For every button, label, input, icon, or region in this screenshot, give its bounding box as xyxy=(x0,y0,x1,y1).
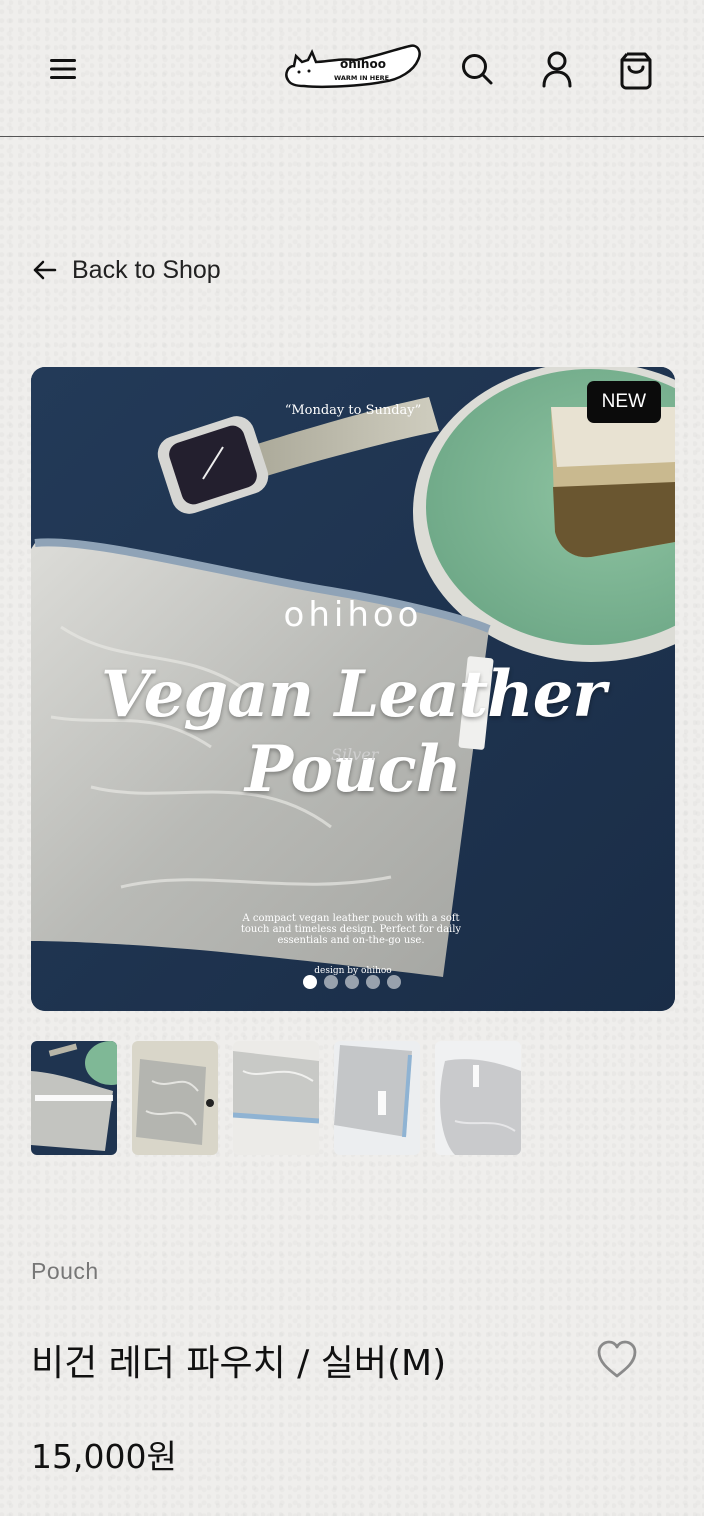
thumbnail-image xyxy=(334,1041,420,1155)
carousel-dot[interactable] xyxy=(324,975,338,989)
thumbnail-image xyxy=(435,1041,521,1155)
thumbnail-image xyxy=(233,1041,319,1155)
shopping-bag-icon xyxy=(620,52,652,90)
logo-brand-text: ohihoo xyxy=(340,57,386,71)
image-overlay-brand: ohihoo xyxy=(283,595,423,635)
carousel-pagination xyxy=(303,975,401,989)
carousel-dot[interactable] xyxy=(345,975,359,989)
thumbnail-image xyxy=(31,1041,117,1155)
hamburger-menu-icon xyxy=(50,59,76,79)
cat-logo-icon: ohihoo WARM IN HERE xyxy=(285,44,421,89)
thumbnail-3[interactable] xyxy=(233,1041,319,1155)
carousel-dot[interactable] xyxy=(387,975,401,989)
image-overlay-description: A compact vegan leather pouch with a sof… xyxy=(240,913,462,946)
back-to-shop-link[interactable]: Back to Shop xyxy=(32,250,221,290)
carousel-dot[interactable] xyxy=(303,975,317,989)
arrow-left-icon xyxy=(33,260,57,280)
new-badge: NEW xyxy=(586,381,661,423)
product-price: 15,000원 xyxy=(31,1437,177,1476)
menu-button[interactable] xyxy=(44,50,82,88)
thumbnail-1[interactable] xyxy=(31,1041,117,1155)
site-header: ohihoo WARM IN HERE xyxy=(0,0,704,137)
product-image-carousel[interactable]: “Monday to Sunday” ohihoo Vegan Leather … xyxy=(31,367,675,1011)
thumbnail-strip xyxy=(31,1041,521,1155)
search-icon xyxy=(462,54,493,85)
thumbnail-4[interactable] xyxy=(334,1041,420,1155)
user-icon xyxy=(542,51,572,88)
search-button[interactable] xyxy=(456,48,498,90)
thumbnail-5[interactable] xyxy=(435,1041,521,1155)
product-category[interactable]: Pouch xyxy=(31,1258,99,1285)
product-title: 비건 레더 파우치 / 실버(M) xyxy=(31,1343,447,1384)
thumbnail-image xyxy=(132,1041,218,1155)
cart-button[interactable] xyxy=(614,48,658,92)
image-overlay-quote: “Monday to Sunday” xyxy=(284,403,422,418)
logo-tagline-text: WARM IN HERE xyxy=(334,74,389,82)
account-button[interactable] xyxy=(536,48,578,90)
brand-logo[interactable]: ohihoo WARM IN HERE xyxy=(282,40,424,96)
back-to-shop-label: Back to Shop xyxy=(72,255,221,284)
wishlist-button[interactable] xyxy=(594,1338,640,1382)
image-overlay-title: Vegan Leather Pouch xyxy=(100,657,606,807)
thumbnail-2[interactable] xyxy=(132,1041,218,1155)
heart-icon xyxy=(597,1340,637,1378)
image-overlay-variant: Silver xyxy=(331,745,379,764)
carousel-dot[interactable] xyxy=(366,975,380,989)
